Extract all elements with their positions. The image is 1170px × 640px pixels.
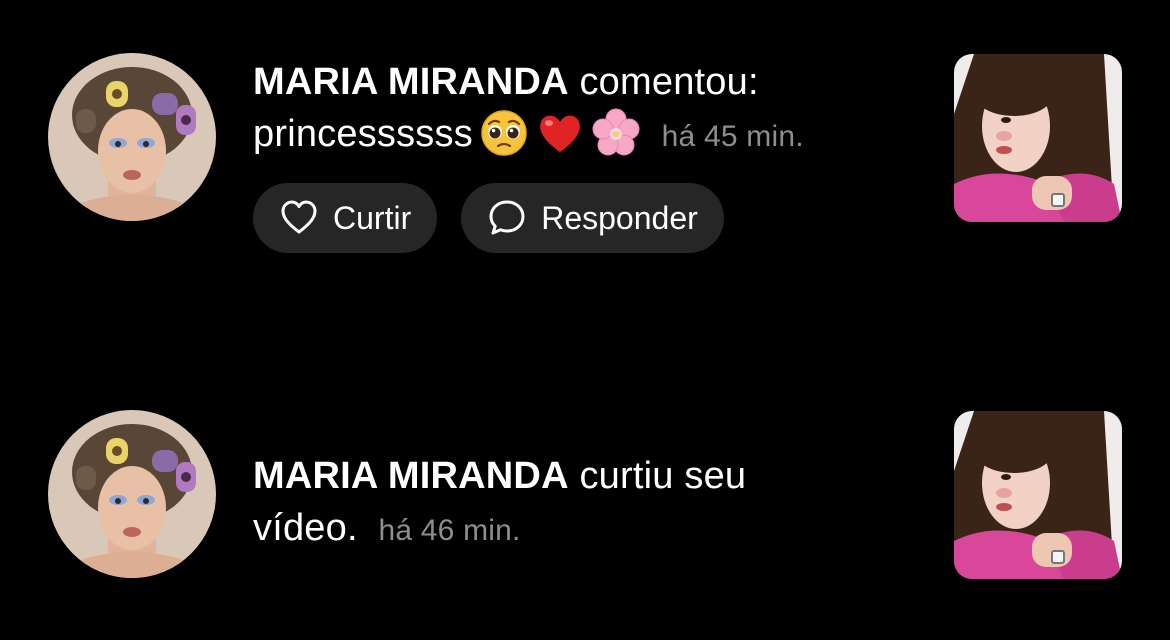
username[interactable]: MARIA MIRANDA	[253, 61, 569, 103]
notification-text: MARIA MIRANDA comentou: princessssss há …	[253, 56, 903, 163]
like-label: Curtir	[333, 199, 412, 236]
username[interactable]: MARIA MIRANDA	[253, 455, 569, 497]
pleading-face-emoji	[479, 108, 529, 158]
comment-text: princessssss	[253, 113, 473, 155]
timestamp: há 46 min.	[378, 514, 521, 547]
notification-text: MARIA MIRANDA curtiu seu vídeo. há 46 mi…	[253, 450, 903, 557]
reply-label: Responder	[541, 199, 698, 236]
notification-content: MARIA MIRANDA curtiu seu vídeo. há 46 mi…	[253, 450, 903, 557]
user-avatar[interactable]	[48, 53, 216, 221]
heart-icon	[279, 198, 319, 238]
action-text: curtiu seu	[579, 455, 747, 497]
comment-actions: Curtir Responder	[253, 183, 903, 253]
action-text: comentou:	[579, 61, 759, 103]
speech-bubble-icon	[487, 198, 527, 238]
reply-button[interactable]: Responder	[461, 183, 724, 253]
red-heart-emoji	[535, 108, 585, 158]
timestamp: há 45 min.	[661, 120, 804, 153]
cherry-blossom-emoji	[591, 108, 641, 158]
user-avatar[interactable]	[48, 410, 216, 578]
like-button[interactable]: Curtir	[253, 183, 438, 253]
video-thumbnail[interactable]	[954, 411, 1122, 579]
video-thumbnail[interactable]	[954, 54, 1122, 222]
notification-content: MARIA MIRANDA comentou: princessssss há …	[253, 56, 903, 253]
action-text-continued: vídeo.	[253, 507, 358, 549]
